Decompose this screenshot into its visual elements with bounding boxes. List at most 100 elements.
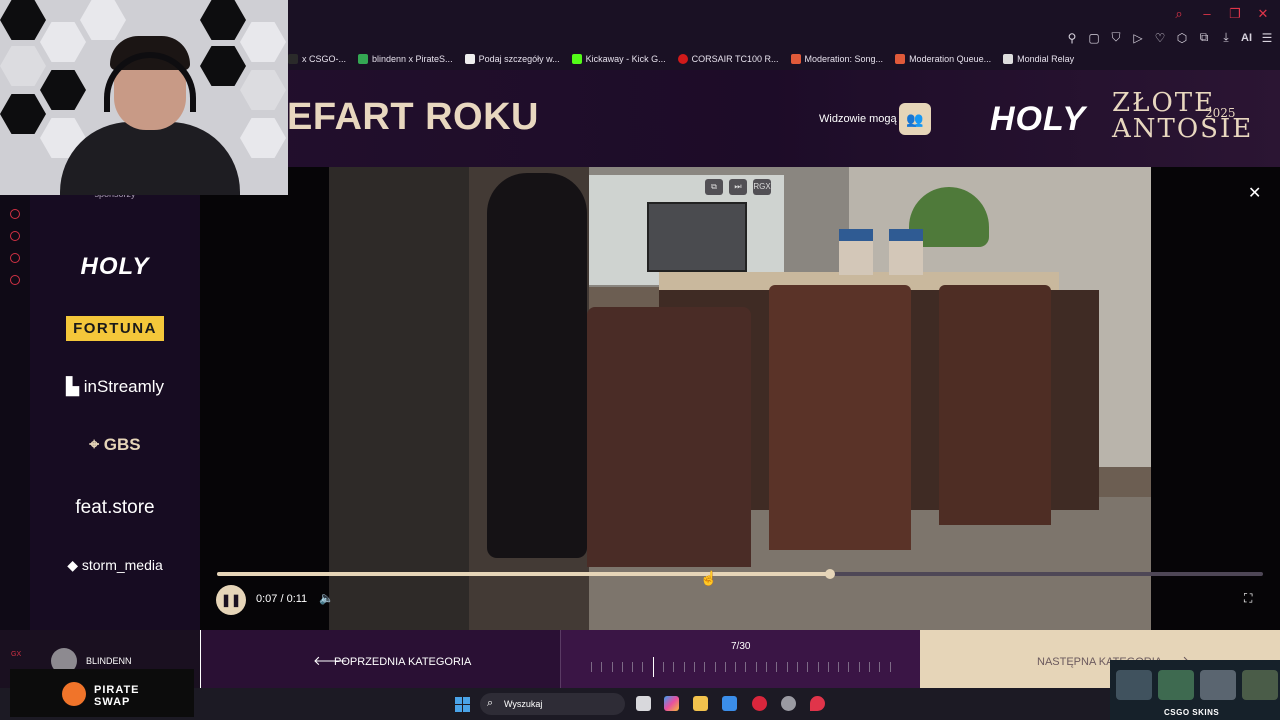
- pause-icon: ❚❚: [220, 593, 242, 607]
- category-tick[interactable]: [807, 662, 809, 672]
- category-tick[interactable]: [786, 662, 788, 672]
- bookmark-icon: [288, 54, 298, 64]
- cube-icon[interactable]: [10, 253, 20, 263]
- progress-bar[interactable]: [217, 569, 1263, 579]
- bookmark-label: x CSGO-...: [302, 54, 347, 64]
- category-tick[interactable]: [796, 662, 798, 672]
- category-tick[interactable]: [776, 662, 778, 672]
- category-tick[interactable]: [611, 662, 613, 672]
- rgx-badge[interactable]: RGX: [753, 179, 771, 195]
- bookmark-label: blindenn x PirateS...: [372, 54, 453, 64]
- category-tick[interactable]: [724, 662, 726, 672]
- skip-icon[interactable]: ⏭: [729, 179, 747, 195]
- viewers-button[interactable]: 👥: [899, 103, 931, 135]
- sponsors-panel: sponsorzy HOLY FORTUNA ▙ inStreamly ⌖ GB…: [30, 189, 201, 630]
- record-icon[interactable]: [10, 209, 20, 219]
- category-tick-active[interactable]: [652, 657, 654, 677]
- category-progress: 7/30: [560, 630, 921, 688]
- fullscreen-icon[interactable]: ⛶: [1244, 591, 1252, 606]
- category-tick[interactable]: [827, 662, 829, 672]
- category-tick[interactable]: [591, 662, 592, 672]
- bookmark[interactable]: Moderation Queue...: [895, 54, 991, 64]
- task-view-icon[interactable]: [636, 696, 651, 711]
- obs-icon[interactable]: [781, 696, 796, 711]
- holy-logo: HOLY: [990, 100, 1086, 138]
- close-icon[interactable]: ✕: [1256, 6, 1270, 22]
- bookmark-label: CORSAIR TC100 R...: [691, 54, 779, 64]
- pause-button[interactable]: ❚❚: [216, 585, 246, 615]
- bookmark[interactable]: Podaj szczegóły w...: [464, 54, 560, 64]
- restore-icon[interactable]: ❐: [1228, 6, 1242, 22]
- category-counter: 7/30: [731, 641, 751, 652]
- bookmark-label: Mondial Relay: [1017, 54, 1075, 64]
- shield-icon[interactable]: ⛉: [1109, 30, 1123, 45]
- category-tick[interactable]: [869, 662, 871, 672]
- bookmark[interactable]: x CSGO-...: [288, 54, 346, 64]
- category-tick[interactable]: [889, 662, 891, 672]
- category-tick[interactable]: [817, 662, 819, 672]
- location-icon[interactable]: [810, 696, 825, 711]
- previous-category-button[interactable]: 🡐 POPRZEDNIA KATEGORIA: [200, 630, 561, 688]
- category-tick[interactable]: [735, 662, 737, 672]
- category-tick[interactable]: [673, 662, 675, 672]
- search-icon[interactable]: ⌕: [1172, 6, 1186, 22]
- bookmark-label: Moderation: Song...: [804, 54, 884, 64]
- category-tick[interactable]: [714, 662, 716, 672]
- minimize-icon[interactable]: –: [1200, 6, 1214, 22]
- close-player-icon[interactable]: ✕: [1248, 183, 1261, 203]
- category-tick[interactable]: [766, 662, 768, 672]
- category-tick[interactable]: [848, 662, 850, 672]
- category-tick[interactable]: [632, 662, 634, 672]
- download-icon[interactable]: ⤓: [1219, 30, 1233, 45]
- progress-handle[interactable]: [824, 569, 835, 579]
- csgoskins-banner: CSGO SKINS: [1110, 660, 1280, 720]
- volume-icon[interactable]: 🔈: [319, 591, 334, 605]
- cube-icon[interactable]: ⬡: [1175, 31, 1189, 45]
- windows-start-icon[interactable]: [455, 697, 470, 712]
- screenshot-icon[interactable]: ▢: [1087, 31, 1101, 45]
- doc-icon: [464, 54, 475, 64]
- copilot-icon[interactable]: [664, 696, 679, 711]
- search-icon: ⌕: [487, 697, 494, 709]
- csgoskins-brand: CSGO SKINS: [1164, 708, 1220, 717]
- rail-tag: GX: [11, 651, 22, 658]
- pin-icon[interactable]: ⚲: [1065, 31, 1079, 45]
- category-tick[interactable]: [663, 662, 665, 672]
- category-tick[interactable]: [601, 662, 603, 672]
- settings-icon[interactable]: [10, 275, 20, 285]
- folder-icon[interactable]: [693, 696, 708, 711]
- heart-icon[interactable]: ♡: [1153, 31, 1167, 45]
- store-icon[interactable]: [722, 696, 737, 711]
- video-player[interactable]: ⧉ ⏭ RGX ✕ ☝ ❚❚ 0:07 / 0:11 🔈 ⛶: [200, 167, 1280, 630]
- category-tick[interactable]: [755, 662, 757, 672]
- clock-icon[interactable]: [10, 231, 20, 241]
- category-tick[interactable]: [704, 662, 706, 672]
- category-tick[interactable]: [745, 662, 747, 672]
- bookmark[interactable]: Moderation: Song...: [790, 54, 884, 64]
- ai-button[interactable]: AI: [1241, 32, 1252, 44]
- popout-icon[interactable]: ⧉: [705, 179, 723, 195]
- video-frame[interactable]: [329, 167, 1151, 630]
- taskbar-search[interactable]: ⌕ Wyszukaj: [480, 693, 625, 715]
- category-tick[interactable]: [693, 662, 695, 672]
- category-tick[interactable]: [642, 662, 644, 672]
- viewers-label: Widzowie mogą: [819, 113, 897, 125]
- bookmark[interactable]: Kickaway - Kick G...: [571, 54, 666, 64]
- category-tick[interactable]: [683, 662, 685, 672]
- category-tick[interactable]: [858, 662, 860, 672]
- weapon-skin-icon: [1242, 670, 1278, 700]
- menu-icon[interactable]: ☰: [1260, 31, 1274, 45]
- opera-gx-icon[interactable]: [752, 696, 767, 711]
- bookmark[interactable]: CORSAIR TC100 R...: [677, 54, 779, 64]
- category-tick[interactable]: [879, 662, 881, 672]
- event-year: 2025: [1205, 106, 1236, 120]
- extensions-icon[interactable]: ⧉: [1197, 30, 1211, 45]
- webcam-backdrop: [240, 22, 286, 62]
- bookmark[interactable]: blindenn x PirateS...: [358, 54, 453, 64]
- category-tick[interactable]: [621, 662, 623, 672]
- taskbar-search-placeholder: Wyszukaj: [504, 699, 543, 709]
- sheet-icon: [358, 54, 369, 64]
- bookmark[interactable]: Mondial Relay: [1003, 54, 1074, 64]
- play-icon[interactable]: ▷: [1131, 31, 1145, 45]
- category-tick[interactable]: [838, 662, 840, 672]
